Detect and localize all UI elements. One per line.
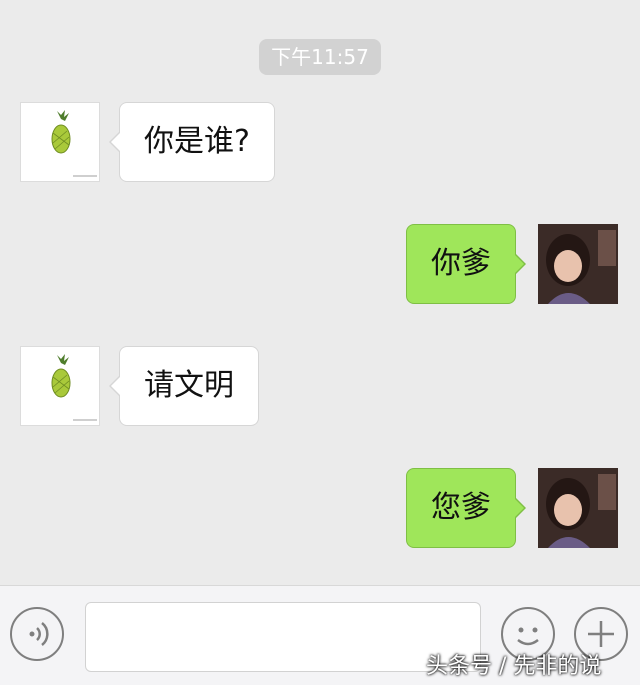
received-message-bubble[interactable]: 请文明	[109, 346, 259, 426]
user-avatar[interactable]	[538, 468, 618, 548]
received-message-bubble[interactable]: 你是谁?	[109, 102, 275, 182]
pineapple-icon	[51, 354, 97, 421]
sent-message-bubble[interactable]: 你爹	[406, 224, 526, 304]
voice-button[interactable]	[10, 607, 64, 661]
input-bar: 头条号 / 先非的说	[0, 585, 640, 685]
voice-icon	[29, 622, 49, 646]
watermark-text: 头条号 / 先非的说	[426, 654, 602, 679]
message-input[interactable]	[85, 602, 481, 672]
chat-area: 下午11:57 你是谁? 你爹 请文明 您爹	[0, 0, 640, 585]
contact-avatar[interactable]	[20, 102, 100, 182]
contact-avatar[interactable]	[20, 346, 100, 426]
message-timestamp: 下午11:57	[259, 39, 381, 75]
user-photo	[538, 224, 618, 304]
user-photo	[538, 468, 618, 548]
sent-message-bubble[interactable]: 您爹	[406, 468, 526, 548]
pineapple-icon	[51, 110, 97, 177]
user-avatar[interactable]	[538, 224, 618, 304]
